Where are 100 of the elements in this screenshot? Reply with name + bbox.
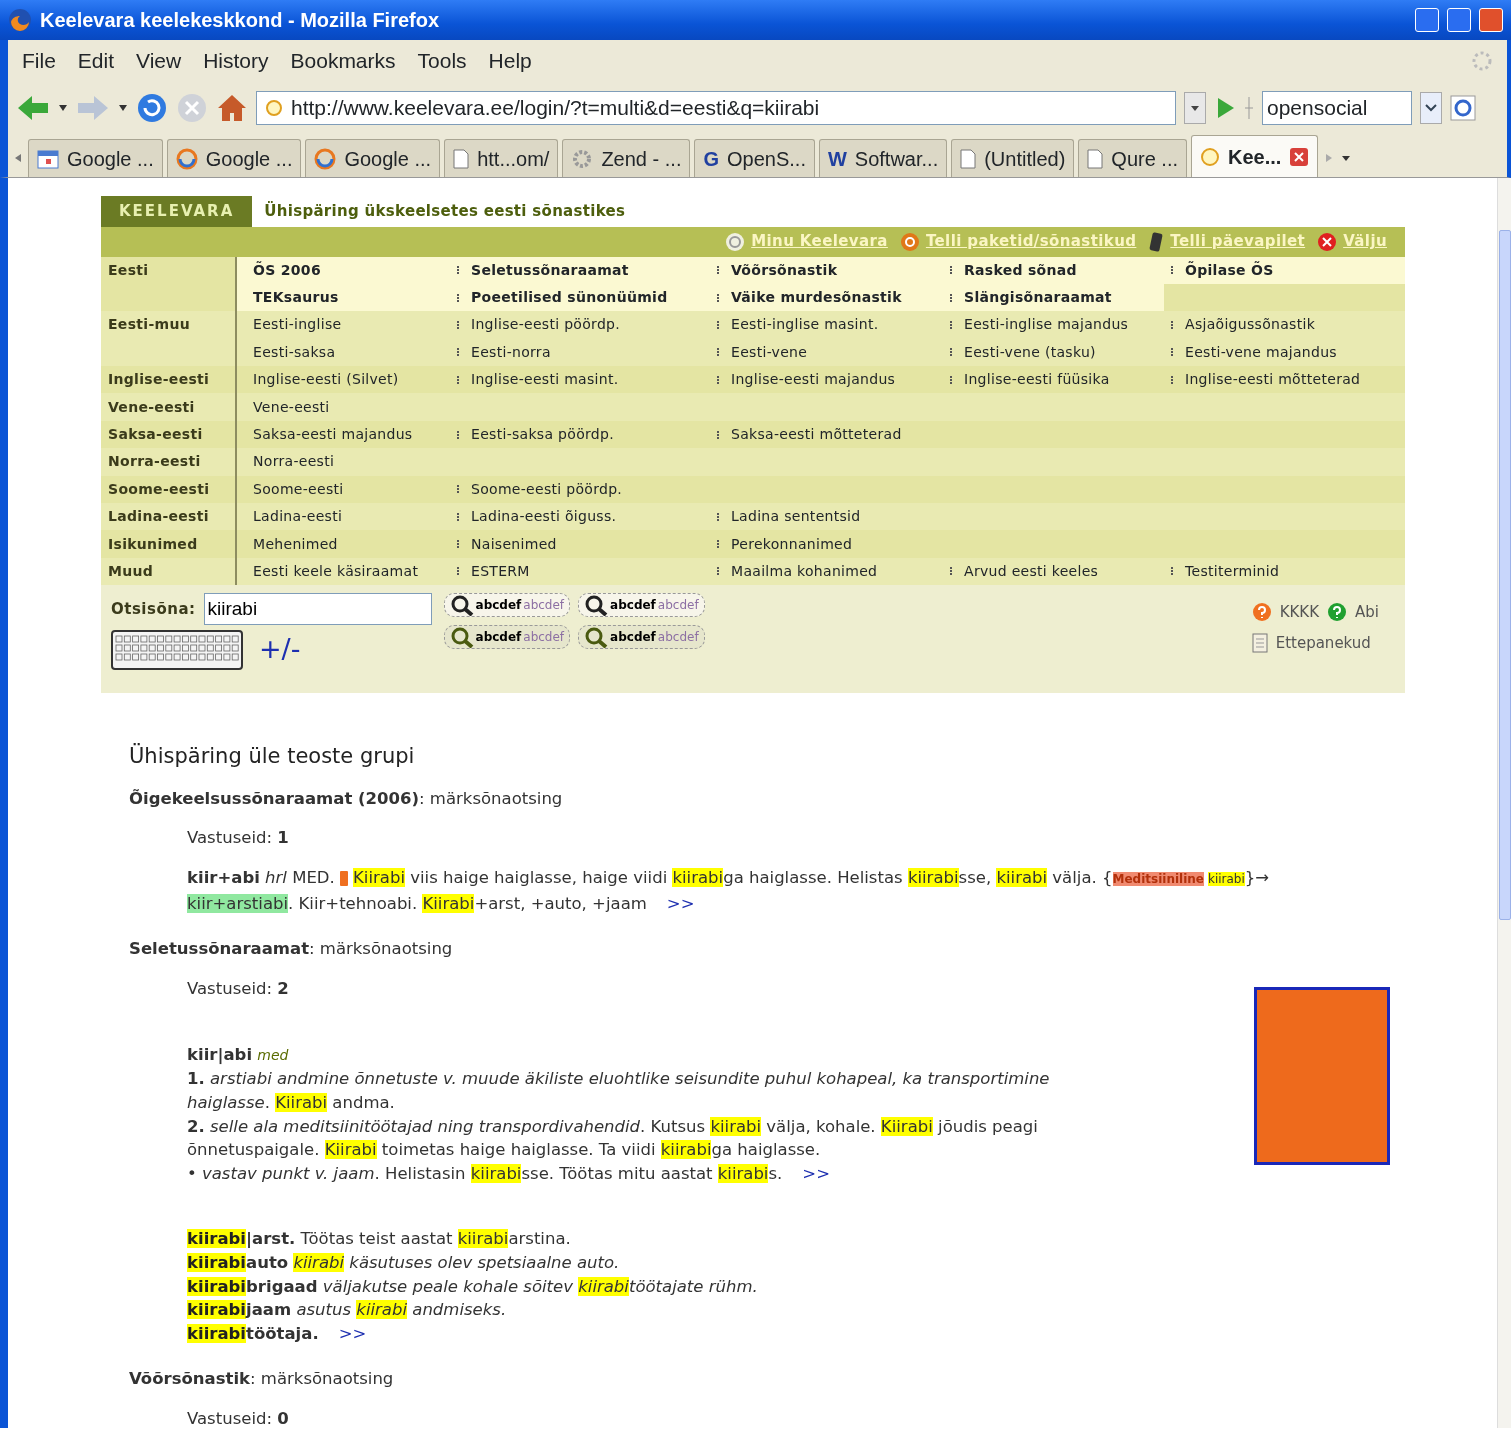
highlighted-term: Kiirabi xyxy=(324,1140,377,1160)
site-title: Ühispäring ükskeelsetes eesti sõnastikes xyxy=(263,200,626,222)
browser-tab[interactable]: htt...om/ xyxy=(444,139,559,177)
tab-label: htt...om/ xyxy=(477,146,550,172)
menu-item[interactable]: Tools xyxy=(417,45,467,77)
dictionary-link[interactable]: Inglise-eesti füüsika xyxy=(964,369,1110,391)
dictionary-link[interactable]: ESTERM xyxy=(471,561,530,582)
search-mode-button[interactable]: abcdef abcdef xyxy=(443,625,571,650)
more-link[interactable]: >> xyxy=(338,1323,367,1343)
dictionary-link[interactable]: Ladina sententsid xyxy=(731,506,861,528)
toggle-link[interactable]: +/- xyxy=(259,629,301,670)
address-field[interactable]: http://www.keelevara.ee/login/?t=multi&d=eesti&q=kiirabi xyxy=(256,91,1176,125)
results-heading: Ühispäring üle teoste grupi xyxy=(129,742,416,771)
dictionary-link[interactable]: Mehenimed xyxy=(253,533,338,555)
reload-icon[interactable] xyxy=(136,92,168,124)
menu-item[interactable]: View xyxy=(136,45,182,77)
dictionary-link[interactable]: Ladina-eesti xyxy=(253,506,343,528)
entry-text: 2. selle ala meditsiinitöötajad ning transpordivahendid. Kutsus kiirabi välja, kohale. Kiirabi jõudis peagi õnnetuspaigale. Kiirabi toimetas haige haiglasse. Ta viidi kiirabiga haiglasse. xyxy=(187,1115,1039,1162)
help-link[interactable]: KKKK xyxy=(1279,601,1320,624)
tab-label: Zend - ... xyxy=(601,146,682,172)
search-mode-button[interactable]: abcdef abcdef xyxy=(578,625,705,650)
dictionary-link[interactable]: Maailma kohanimed xyxy=(731,561,878,582)
dictionary-link[interactable]: Perekonnanimed xyxy=(731,533,853,555)
magnifier-icon xyxy=(584,626,609,649)
menu-item[interactable]: Bookmarks xyxy=(290,45,396,77)
dictionary-link[interactable]: Eesti keele käsiraamat xyxy=(253,561,419,582)
caret-icon[interactable] xyxy=(118,104,128,112)
dictionary-link[interactable]: Inglise-eesti majandus xyxy=(731,369,896,391)
dictionary-link[interactable]: Eesti-vene xyxy=(731,341,808,363)
help-link[interactable]: Abi xyxy=(1355,601,1379,624)
search-input[interactable]: kiirabi xyxy=(203,593,432,626)
dictionary-link[interactable]: Eesti-inglise masint. xyxy=(731,314,879,336)
dictionary-link[interactable]: Saksa-eesti mõtteterad xyxy=(731,424,902,446)
search-engine-icon[interactable] xyxy=(1450,94,1476,122)
dictionary-link[interactable]: Eesti-vene majandus xyxy=(1185,341,1337,363)
entry-text: kiirabijaam asutus kiirabi andmiseks. xyxy=(187,1299,508,1322)
search-field[interactable]: opensocial xyxy=(1262,91,1412,125)
scrollbar[interactable] xyxy=(1497,178,1511,1428)
more-link[interactable]: >> xyxy=(802,1163,830,1183)
dictionary-link[interactable]: Asjaõigussõnastik xyxy=(1185,314,1316,336)
dictionary-link[interactable]: Vene-eesti xyxy=(253,396,330,418)
caret-icon[interactable] xyxy=(58,104,68,112)
menu-item[interactable]: Help xyxy=(488,45,532,77)
close-icon[interactable] xyxy=(1289,146,1310,167)
magnifier-icon xyxy=(449,626,474,649)
site-logo[interactable]: KEELEVARA xyxy=(101,196,253,227)
maximize-button[interactable] xyxy=(1447,8,1471,32)
browser-tab[interactable]: Google ... xyxy=(28,139,163,177)
section-title: Võõrsõnastik: märksõnaotsing xyxy=(129,1368,395,1391)
dictionary-link[interactable]: Eesti-vene (tasku) xyxy=(964,341,1096,363)
dropdown-icon[interactable] xyxy=(1420,92,1442,124)
dictionary-link[interactable]: Inglise-eesti (Silvet) xyxy=(253,369,399,391)
cross-reference-link[interactable]: kiir+arstiabi xyxy=(187,893,289,913)
tab-label: Qure ... xyxy=(1111,146,1179,172)
highlighted-term: Kiirabi xyxy=(353,868,405,888)
search-mode-button[interactable]: abcdef abcdef xyxy=(578,593,705,618)
exit-icon xyxy=(1317,231,1338,252)
result-count: Vastuseid: 0 xyxy=(187,1408,290,1428)
browser-tab[interactable]: Zend - ... xyxy=(562,139,691,177)
dictionary-link[interactable]: Arvud eesti keeles xyxy=(964,561,1099,582)
dictionary-link[interactable]: Eesti-norra xyxy=(471,341,551,363)
minimize-button[interactable] xyxy=(1415,8,1439,32)
highlighted-term: kiirabi xyxy=(356,1300,408,1320)
tab-label: Google ... xyxy=(205,146,293,172)
browser-tab[interactable]: G OpenS... xyxy=(694,139,815,177)
dictionary-link[interactable]: Eesti-inglise xyxy=(253,314,342,336)
dictionary-link[interactable]: Eesti-saksa xyxy=(253,341,336,363)
dictionary-link[interactable]: Soome-eesti pöördp. xyxy=(471,478,623,500)
more-link[interactable]: >> xyxy=(666,893,695,913)
browser-tab[interactable]: Kee... xyxy=(1191,135,1319,177)
menu-item[interactable]: File xyxy=(22,45,56,77)
browser-tab[interactable]: Google ... xyxy=(166,139,302,177)
search-mode-button[interactable]: abcdef abcdef xyxy=(443,593,571,618)
browser-tab[interactable]: Qure ... xyxy=(1078,139,1188,177)
menu-item[interactable]: Edit xyxy=(77,45,115,77)
dropdown-icon[interactable] xyxy=(1184,92,1206,124)
home-icon[interactable] xyxy=(216,93,248,123)
browser-tab[interactable]: W Softwar... xyxy=(818,139,948,177)
browser-tab[interactable]: Google ... xyxy=(305,139,441,177)
dictionary-link[interactable]: Inglise-eesti pöördp. xyxy=(471,314,621,336)
highlighted-term: kiirabi xyxy=(293,1253,345,1273)
magnifier-icon xyxy=(449,594,474,617)
window-title: Keelevara keelekeskkond - Mozilla Firefox xyxy=(40,8,441,33)
close-button[interactable] xyxy=(1479,8,1503,32)
dictionary-link[interactable]: Inglise-eesti masint. xyxy=(471,369,619,391)
dictionary-link[interactable]: Naisenimed xyxy=(471,533,557,555)
menu-item[interactable]: History xyxy=(203,45,269,77)
dictionary-link[interactable]: Inglise-eesti mõtteterad xyxy=(1185,369,1361,391)
help-link[interactable]: Ettepanekud xyxy=(1275,631,1371,655)
back-arrow-icon[interactable] xyxy=(16,93,50,123)
dictionary-link[interactable]: Ladina-eesti õiguss. xyxy=(471,506,617,528)
scroll-thumb[interactable] xyxy=(1499,230,1511,920)
dictionary-link[interactable]: Soome-eesti xyxy=(253,478,344,500)
keyboard-icon[interactable] xyxy=(111,629,243,670)
dictionary-link[interactable]: Norra-eesti xyxy=(253,451,335,473)
browser-tab[interactable]: (Untitled) xyxy=(951,139,1075,177)
dictionary-link[interactable]: Eesti-saksa pöördp. xyxy=(471,424,614,446)
dictionary-link[interactable]: Testiterminid xyxy=(1185,561,1280,582)
dictionary-link[interactable]: Saksa-eesti majandus xyxy=(253,424,413,446)
dictionary-link[interactable]: Eesti-inglise majandus xyxy=(964,314,1129,336)
